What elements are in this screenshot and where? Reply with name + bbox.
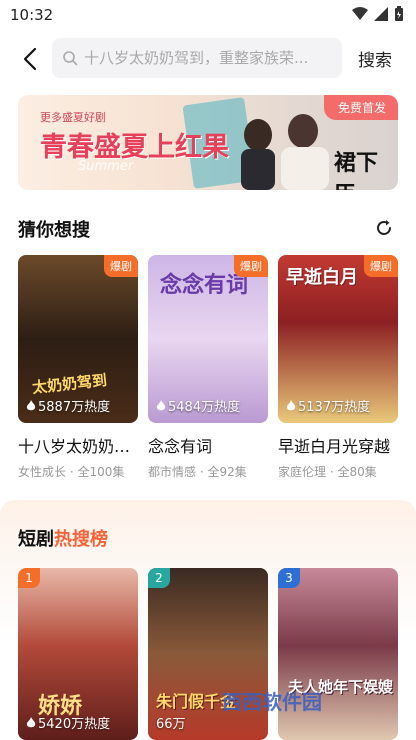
guess-section-title: 猜你想搜 — [18, 220, 90, 241]
banner-cast-image — [241, 114, 329, 190]
refresh-icon[interactable] — [374, 218, 394, 238]
card-meta: 女性成长 · 全100集 — [18, 465, 125, 479]
heat-label: 5484万热度 — [156, 396, 240, 415]
card-title[interactable]: 十八岁太奶奶驾到 — [18, 433, 138, 457]
hot-list-item[interactable]: 1 娇娇 5420万热度 — [18, 568, 138, 740]
heat-value: 66万 — [156, 717, 186, 732]
hot-badge: 爆剧 — [234, 255, 268, 277]
card-title[interactable]: 早逝白月光穿越 — [278, 433, 398, 457]
guess-list: 太奶奶驾到 爆剧 5887万热度 十八岁太奶奶驾到 女性成长 · 全100集 念… — [18, 255, 398, 480]
search-header: 搜索 — [0, 36, 416, 80]
poster-title-art: 太奶奶驾到 — [31, 371, 108, 397]
list-item[interactable]: 念念有词 爆剧 5484万热度 念念有词 都市情感 · 全92集 — [148, 255, 268, 480]
card-meta: 都市情感 · 全92集 — [148, 465, 247, 479]
flame-icon — [26, 716, 36, 727]
heat-label: 5887万热度 — [26, 396, 110, 415]
rank-badge: 3 — [278, 568, 300, 588]
poster-image[interactable]: 太奶奶驾到 爆剧 5887万热度 — [18, 255, 138, 423]
heat-label: 5420万热度 — [26, 713, 110, 732]
card-title[interactable]: 念念有词 — [148, 433, 268, 457]
banner-script: Summer — [78, 159, 134, 174]
flame-icon — [286, 399, 296, 410]
search-box[interactable] — [52, 38, 342, 78]
heat-label: 66万 — [156, 713, 186, 732]
flame-icon — [156, 399, 166, 410]
flame-icon — [26, 399, 36, 410]
status-icons — [352, 6, 404, 22]
list-item[interactable]: 早逝白月 爆剧 5137万热度 早逝白月光穿越 家庭伦理 · 全80集 — [278, 255, 398, 480]
banner-title: 青春盛夏上红果 — [40, 132, 229, 163]
hot-badge: 爆剧 — [364, 255, 398, 277]
banner-badge: 免费首发 — [323, 95, 398, 120]
heat-value: 5137万热度 — [298, 400, 371, 415]
hot-title-prefix: 短剧 — [18, 529, 54, 550]
hot-section-title: 短剧热搜榜 — [18, 525, 108, 551]
heat-value: 5420万热度 — [38, 717, 111, 732]
status-time: 10:32 — [10, 6, 54, 24]
heat-value: 5887万热度 — [38, 400, 111, 415]
search-button[interactable]: 搜索 — [358, 46, 392, 71]
wifi-icon — [352, 7, 368, 20]
heat-value: 5484万热度 — [168, 400, 241, 415]
list-item[interactable]: 太奶奶驾到 爆剧 5887万热度 十八岁太奶奶驾到 女性成长 · 全100集 — [18, 255, 138, 480]
card-meta: 家庭伦理 · 全80集 — [278, 465, 377, 479]
heat-label: 5137万热度 — [286, 396, 370, 415]
banner-show-name: 裙下臣 — [334, 150, 379, 190]
watermark-logo: 西西软件园 — [222, 690, 322, 714]
poster-title-art: 早逝白月 — [286, 267, 358, 288]
battery-icon — [395, 6, 403, 21]
rank-badge: 1 — [18, 568, 40, 588]
back-arrow-icon[interactable] — [18, 46, 44, 72]
rank-badge: 2 — [148, 568, 170, 588]
status-bar: 10:32 — [0, 0, 416, 30]
signal-icon — [374, 7, 388, 21]
hot-title-highlight: 热搜榜 — [54, 529, 108, 550]
promo-banner[interactable]: 更多盛夏好剧 青春盛夏上红果 Summer 免费首发 裙下臣 — [18, 95, 398, 190]
banner-subtitle: 更多盛夏好剧 — [40, 111, 106, 124]
hot-badge: 爆剧 — [104, 255, 138, 277]
search-icon — [63, 51, 78, 66]
search-input[interactable] — [84, 38, 336, 78]
poster-image[interactable]: 早逝白月 爆剧 5137万热度 — [278, 255, 398, 423]
poster-image[interactable]: 念念有词 爆剧 5484万热度 — [148, 255, 268, 423]
hot-list: 1 娇娇 5420万热度 2 朱门假千金 66万 3 夫人她年下娱嫂 — [18, 568, 398, 740]
